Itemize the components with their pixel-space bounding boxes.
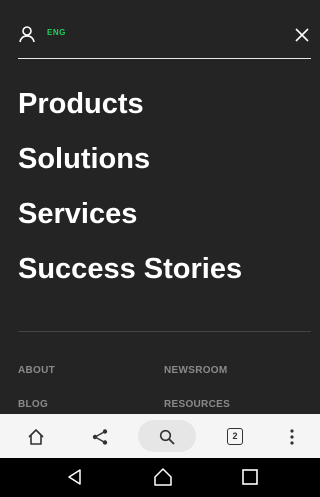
language-selector[interactable]: ENG (47, 28, 66, 37)
menu-item-success-stories[interactable]: Success Stories (18, 252, 242, 286)
search-button[interactable] (138, 420, 196, 452)
footer-link-resources[interactable]: RESOURCES (164, 399, 230, 410)
header-divider (18, 58, 311, 59)
footer-link-about[interactable]: ABOUT (18, 365, 55, 376)
android-navigation-bar (0, 458, 320, 497)
menu-item-products[interactable]: Products (18, 87, 144, 121)
menu-item-solutions[interactable]: Solutions (18, 142, 150, 176)
more-icon[interactable] (283, 428, 301, 446)
tabs-icon[interactable]: 2 (227, 428, 243, 445)
close-icon[interactable] (294, 27, 310, 43)
android-home-icon[interactable] (154, 468, 172, 486)
menu-header: ENG (0, 0, 320, 58)
home-icon[interactable] (27, 428, 45, 446)
search-icon (159, 429, 175, 445)
share-icon[interactable] (91, 428, 109, 446)
browser-toolbar: 2 (0, 414, 320, 458)
footer-link-blog[interactable]: BLOG (18, 399, 48, 410)
footer-link-newsroom[interactable]: NEWSROOM (164, 365, 228, 376)
footer-divider (18, 331, 311, 332)
menu-item-services[interactable]: Services (18, 197, 137, 231)
user-icon[interactable] (18, 25, 36, 43)
navigation-menu: ENG Products Solutions Services Success … (0, 0, 320, 414)
recents-icon[interactable] (241, 468, 259, 486)
back-icon[interactable] (66, 468, 84, 486)
